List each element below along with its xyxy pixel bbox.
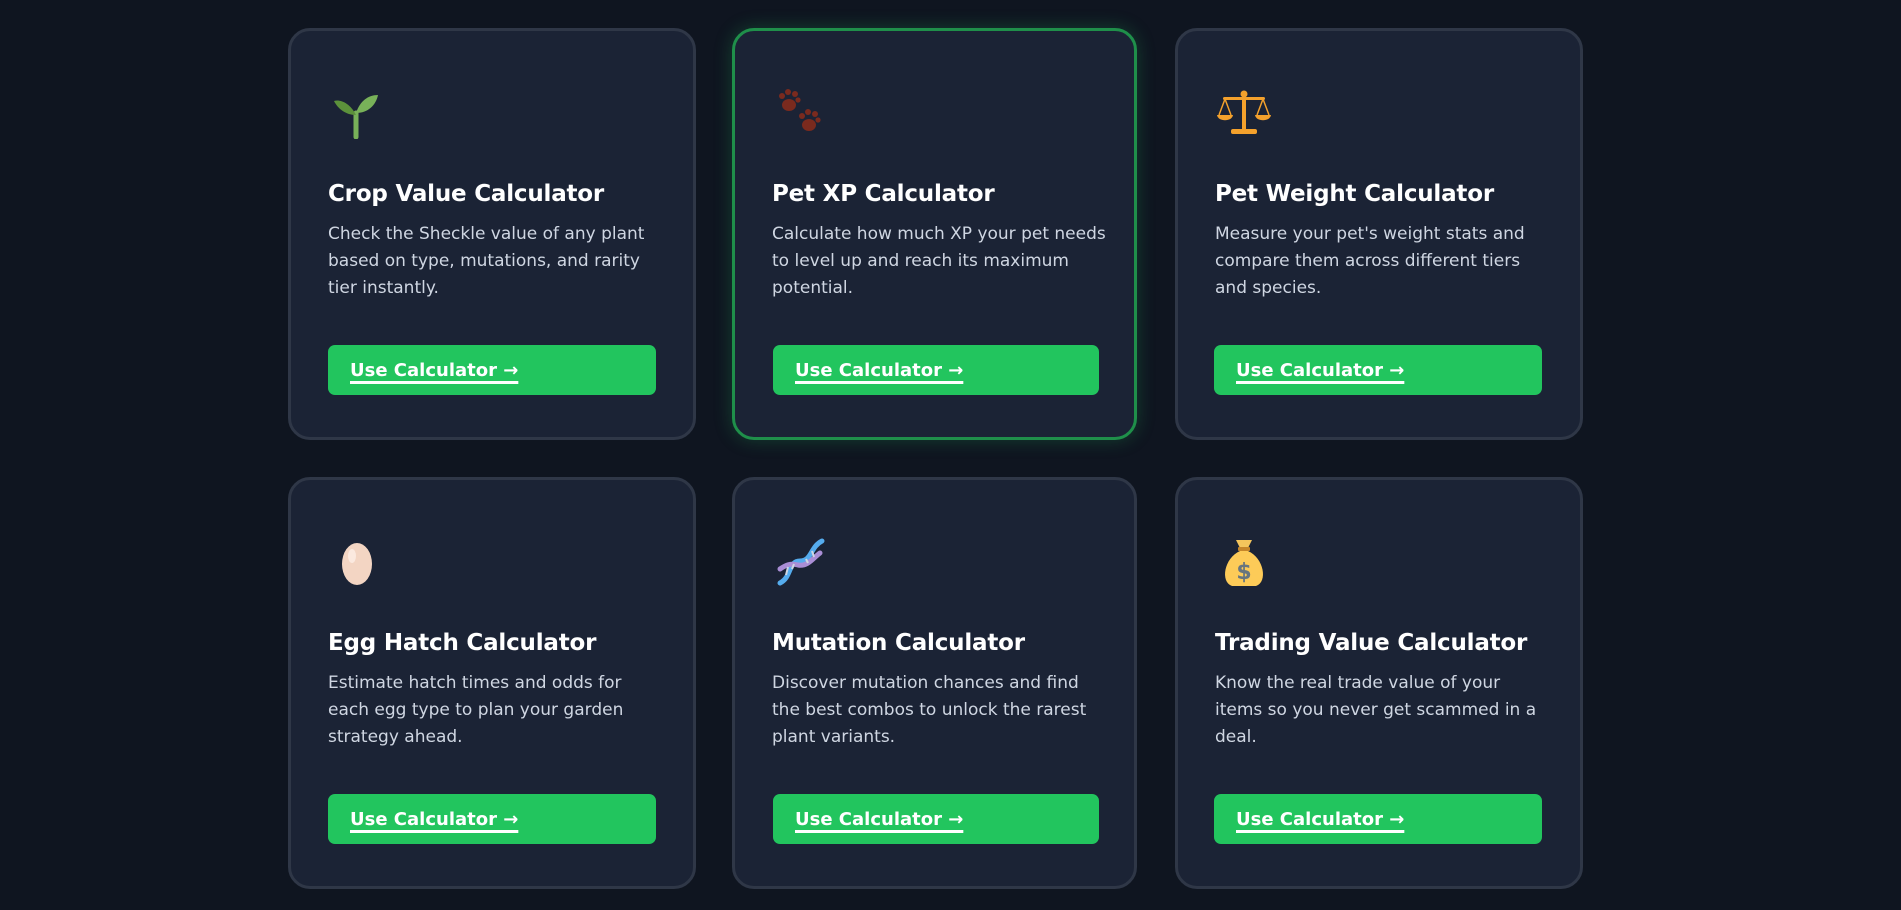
card-crop-value-calculator: Crop Value Calculator Check the Sheckle … bbox=[288, 28, 696, 440]
money-bag-icon: $ bbox=[1214, 532, 1274, 592]
svg-text:$: $ bbox=[1236, 560, 1251, 585]
egg-icon bbox=[327, 532, 387, 592]
card-egg-hatch-calculator: Egg Hatch Calculator Estimate hatch time… bbox=[288, 477, 696, 889]
card-description: Check the Sheckle value of any plant bas… bbox=[328, 224, 645, 298]
button-label: Use Calculator → bbox=[795, 808, 964, 830]
card-title: Pet Weight Calculator bbox=[1215, 181, 1494, 207]
use-calculator-button[interactable]: Use Calculator → bbox=[773, 794, 1099, 844]
card-title: Trading Value Calculator bbox=[1215, 630, 1528, 656]
card-title: Mutation Calculator bbox=[772, 630, 1025, 656]
card-pet-xp-calculator: Pet XP Calculator Calculate how much XP … bbox=[732, 28, 1137, 440]
card-description: Measure your pet's weight stats and comp… bbox=[1215, 224, 1525, 298]
use-calculator-button[interactable]: Use Calculator → bbox=[1214, 794, 1542, 844]
card-title: Crop Value Calculator bbox=[328, 181, 605, 207]
card-title: Egg Hatch Calculator bbox=[328, 630, 597, 656]
paw-prints-icon bbox=[771, 83, 831, 143]
card-pet-weight-calculator: Pet Weight Calculator Measure your pet's… bbox=[1175, 28, 1583, 440]
card-description: Know the real trade value of your items … bbox=[1215, 673, 1537, 747]
button-label: Use Calculator → bbox=[1236, 808, 1405, 830]
seedling-icon bbox=[327, 83, 387, 143]
card-description: Calculate how much XP your pet needs to … bbox=[772, 224, 1106, 298]
use-calculator-button[interactable]: Use Calculator → bbox=[773, 345, 1099, 395]
card-title: Pet XP Calculator bbox=[772, 181, 995, 207]
card-description: Estimate hatch times and odds for each e… bbox=[328, 673, 624, 747]
card-trading-value-calculator: $ Trading Value Calculator Know the real… bbox=[1175, 477, 1583, 889]
card-description: Discover mutation chances and find the b… bbox=[772, 673, 1087, 747]
button-label: Use Calculator → bbox=[350, 359, 519, 381]
dna-icon bbox=[771, 532, 831, 592]
balance-scale-icon bbox=[1214, 83, 1274, 143]
calculator-grid: Crop Value Calculator Check the Sheckle … bbox=[0, 0, 1901, 910]
use-calculator-button[interactable]: Use Calculator → bbox=[328, 345, 656, 395]
button-label: Use Calculator → bbox=[795, 359, 964, 381]
use-calculator-button[interactable]: Use Calculator → bbox=[1214, 345, 1542, 395]
button-label: Use Calculator → bbox=[350, 808, 519, 830]
button-label: Use Calculator → bbox=[1236, 359, 1405, 381]
card-mutation-calculator: Mutation Calculator Discover mutation ch… bbox=[732, 477, 1137, 889]
use-calculator-button[interactable]: Use Calculator → bbox=[328, 794, 656, 844]
